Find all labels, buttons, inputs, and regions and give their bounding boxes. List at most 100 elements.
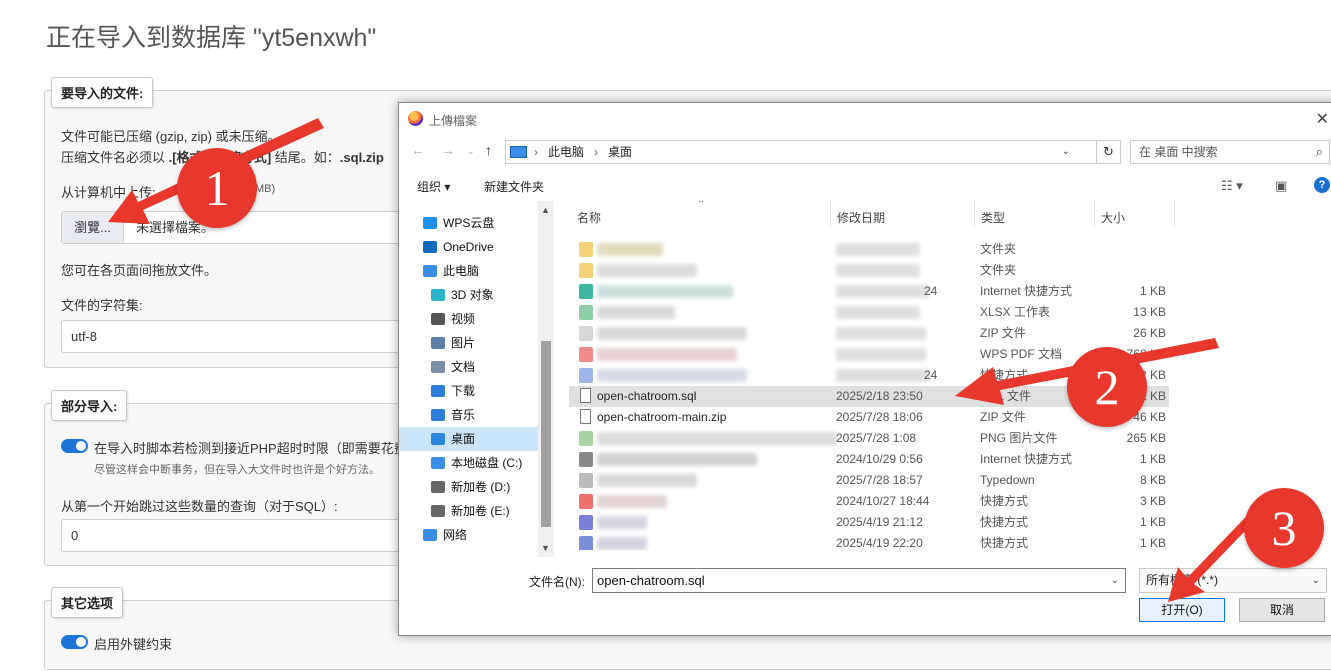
file-date: 2025/7/28 1:08 (836, 431, 917, 445)
nav-item[interactable]: 桌面 (399, 427, 539, 451)
file-row[interactable]: ZIP 文件 26 KB (569, 323, 1169, 344)
nav-item[interactable]: 新加卷 (D:) (399, 475, 539, 499)
file-row[interactable]: 2024/10/29 0:56 Internet 快捷方式 1 KB (569, 449, 1169, 470)
back-arrow-icon[interactable]: ← (411, 142, 425, 158)
charset-label: 文件的字符集: (61, 298, 143, 313)
nav-item[interactable]: 网络 (399, 523, 539, 547)
file-row[interactable]: 2025/4/19 21:12 快捷方式 1 KB (569, 512, 1169, 533)
refresh-icon[interactable]: ↻ (1097, 140, 1121, 164)
file-type: WPS PDF 文档 (980, 347, 1063, 361)
cancel-button[interactable]: 取消 (1239, 598, 1325, 622)
chevron-down-icon[interactable]: ⌄ (1111, 569, 1119, 592)
file-icon (579, 473, 593, 488)
history-chevron-icon[interactable]: ⌄ (467, 146, 475, 157)
folder-icon (431, 337, 445, 349)
section-legend: 要导入的文件: (51, 77, 154, 108)
nav-item[interactable]: 下载 (399, 379, 539, 403)
file-row[interactable]: 文件夹 (569, 239, 1169, 260)
preview-pane-icon[interactable]: ▣ (1275, 178, 1287, 194)
dialog-title: 上傳檔案 (429, 114, 478, 128)
nav-item-label: 新加卷 (D:) (451, 480, 511, 494)
chevron-down-icon: ⌄ (1311, 575, 1320, 586)
nav-item[interactable]: 文档 (399, 355, 539, 379)
open-button[interactable]: 打开(O) (1139, 598, 1225, 622)
file-row[interactable]: 2024/10/27 18:44 快捷方式 3 KB (569, 491, 1169, 512)
organize-menu[interactable]: 组织 ▾ (417, 178, 450, 195)
nav-item[interactable]: WPS云盘 (399, 211, 539, 235)
folder-icon (431, 457, 445, 469)
column-header-type[interactable]: 类型 (981, 209, 1005, 226)
new-folder-button[interactable]: 新建文件夹 (484, 178, 544, 195)
foreign-key-label: 启用外键约束 (94, 637, 173, 652)
help-icon[interactable]: ? (1314, 177, 1330, 193)
scrollbar-thumb[interactable] (541, 341, 551, 527)
file-icon (579, 536, 593, 551)
nav-item-label: 3D 对象 (451, 288, 494, 302)
column-header-name[interactable]: 名称 (577, 209, 601, 226)
file-name: open-chatroom-main.zip (597, 410, 727, 424)
charset-select[interactable]: utf-8 (61, 320, 441, 353)
file-size: 26 KB (1133, 326, 1166, 340)
chevron-down-icon[interactable]: ⌄ (1062, 141, 1070, 163)
file-type: XLSX 工作表 (980, 305, 1051, 319)
file-icon (579, 494, 593, 509)
file-row[interactable]: 2025/7/28 18:57 Typedown 8 KB (569, 470, 1169, 491)
column-divider (1174, 201, 1175, 227)
breadcrumb-separator: › (594, 145, 598, 159)
nav-item[interactable]: 本地磁盘 (C:) (399, 451, 539, 475)
nav-item[interactable]: 音乐 (399, 403, 539, 427)
redacted-date (836, 369, 930, 382)
file-icon (579, 452, 593, 467)
address-bar[interactable]: › 此电脑 › 桌面 ⌄ (505, 140, 1097, 164)
file-date: 2024/10/29 0:56 (836, 452, 923, 466)
max-size-label: MB) (255, 183, 276, 195)
navigation-pane: WPS云盘 OneDrive 此电脑 3D 对象视频图片 文档 下载 音乐 桌面 本地磁盘 (C… (399, 201, 553, 557)
forward-arrow-icon[interactable]: → (441, 142, 455, 158)
folder-icon (431, 385, 445, 397)
file-size: 265 KB (1126, 431, 1166, 445)
redacted-filename (597, 369, 747, 382)
scroll-up-icon[interactable]: ▲ (541, 205, 550, 215)
file-upload-control[interactable]: 瀏覽... 未選擇檔案。 (61, 211, 441, 244)
nav-item[interactable]: 视频 (399, 307, 539, 331)
nav-item[interactable]: 图片 (399, 331, 539, 355)
file-icon (579, 326, 593, 341)
file-date: 24 (924, 368, 938, 382)
file-row[interactable]: 文件夹 (569, 260, 1169, 281)
nav-scrollbar[interactable]: ▲ ▼ (538, 201, 554, 557)
nav-item[interactable]: 此电脑 (399, 259, 539, 283)
column-header-date[interactable]: 修改日期 (837, 209, 885, 226)
scroll-down-icon[interactable]: ▼ (541, 543, 550, 553)
file-row[interactable]: 24 Internet 快捷方式 1 KB (569, 281, 1169, 302)
foreign-key-toggle[interactable] (61, 635, 88, 649)
file-date: 24 (924, 284, 938, 298)
file-type: ZIP 文件 (980, 326, 1026, 340)
file-row[interactable]: XLSX 工作表 13 KB (569, 302, 1169, 323)
column-header-size[interactable]: 大小 (1101, 209, 1125, 226)
search-input[interactable]: 在 桌面 中搜索 ⌕ (1130, 140, 1330, 164)
file-icon (579, 242, 593, 257)
search-placeholder: 在 桌面 中搜索 (1139, 145, 1218, 159)
breadcrumb-desktop[interactable]: 桌面 (608, 141, 632, 163)
nav-item-label: OneDrive (443, 240, 494, 254)
file-type-filter[interactable]: 所有檔案 (*.*) ⌄ (1139, 568, 1327, 593)
filename-value: open-chatroom.sql (597, 573, 705, 588)
up-arrow-icon[interactable]: ↑ (485, 142, 492, 158)
file-row[interactable]: 2025/7/28 1:08 PNG 图片文件 265 KB (569, 428, 1169, 449)
timeout-toggle[interactable] (61, 439, 88, 453)
filename-input[interactable]: open-chatroom.sql ⌄ (592, 568, 1126, 593)
section-legend: 其它选项 (51, 587, 124, 618)
close-icon[interactable]: ✕ (1316, 109, 1329, 129)
view-options-icon[interactable]: ☷ ▾ (1221, 178, 1243, 194)
skip-queries-input[interactable]: 0 (61, 519, 441, 552)
nav-item-label: 视频 (451, 312, 476, 326)
nav-item[interactable]: OneDrive (399, 235, 539, 259)
folder-icon (423, 265, 437, 277)
nav-item[interactable]: 3D 对象 (399, 283, 539, 307)
breadcrumb-this-pc[interactable]: 此电脑 (548, 141, 584, 163)
nav-item[interactable]: 新加卷 (E:) (399, 499, 539, 523)
file-icon (579, 515, 593, 530)
file-upload-dialog: 上傳檔案 ✕ ← → ⌄ ↑ › 此电脑 › 桌面 ⌄ ↻ 在 桌面 中搜索 ⌕… (398, 102, 1331, 636)
browse-button[interactable]: 瀏覽... (62, 212, 124, 243)
folder-icon (431, 361, 445, 373)
